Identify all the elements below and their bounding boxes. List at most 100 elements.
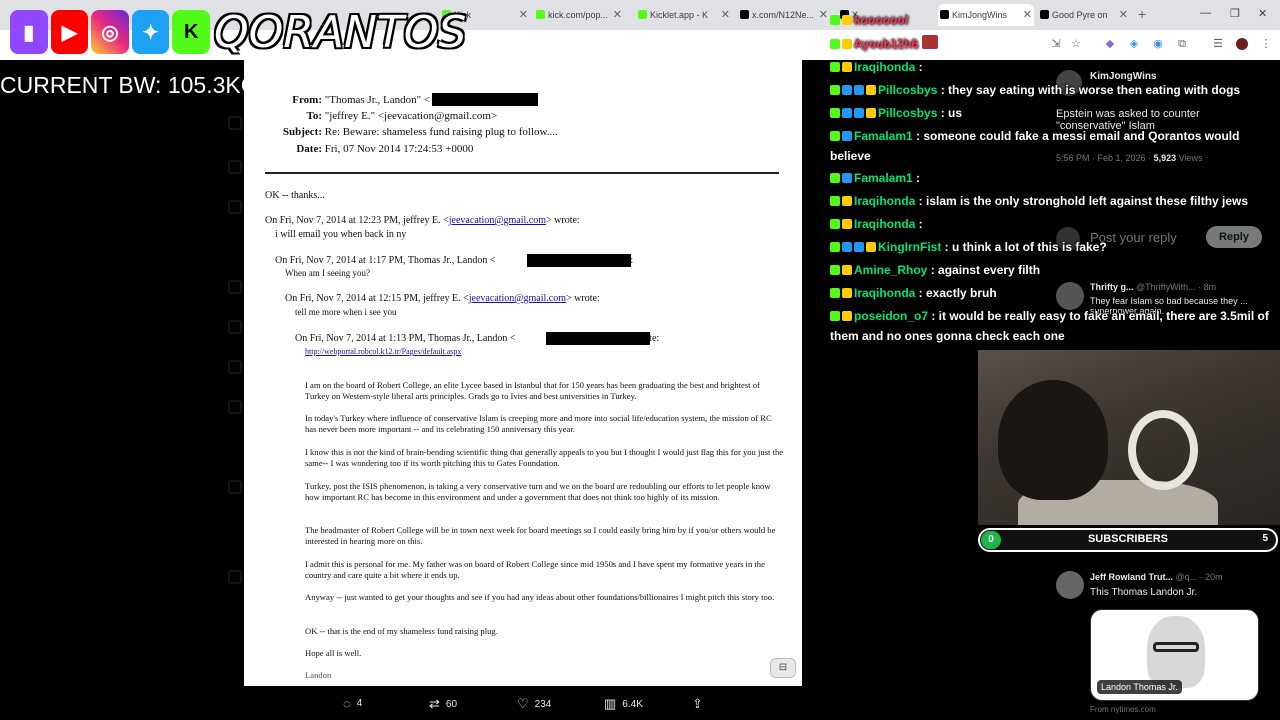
chat-message: Amine_Rhoy : against every filth [830,260,1040,280]
repost-button[interactable]: ⇄ 60 [429,696,457,712]
badge-icon [830,131,840,141]
reply-author: Jeff Rowland Trut... [1090,572,1174,582]
extension-icon[interactable]: ◆ [1104,38,1116,50]
email-paragraph: The headmaster of Robert College will be… [305,525,776,546]
subscriber-goal-bar: 0 SUBSCRIBERS 5 [978,528,1278,552]
banana-icon [842,311,852,321]
reply-handle: @ThriftyWith... · 8m [1136,282,1217,292]
extension-icon[interactable]: ◈ [1128,38,1140,50]
chat-message: poseidon_o7 : it would be really easy to… [830,309,1269,343]
email-paragraph: OK -- that is the end of my shameless fu… [305,626,498,636]
x-icon [940,10,949,19]
profile-avatar[interactable] [1236,38,1248,50]
instagram-icon: ◎ [91,10,129,54]
email-link[interactable]: jeevacation@gmail.com [469,293,566,304]
post-button[interactable] [228,570,242,584]
bookmarks-icon[interactable] [228,400,242,414]
tweet-actions-bar: ◌ 4 ⇄ 60 ♡ 234 ▥ 6.4K ⇪ [244,690,802,718]
share-button[interactable]: ⇪ [692,696,703,712]
reply-button[interactable]: ◌ 4 [343,696,362,711]
new-tab-button[interactable]: + [1138,6,1146,22]
window-close-button[interactable]: ✕ [1258,7,1267,20]
badge-icon [830,39,840,49]
webcam-feed [978,350,1280,525]
chat-message: Iraqihonda : [830,57,923,77]
grok-icon[interactable] [228,320,242,334]
close-icon[interactable]: ✕ [519,8,528,21]
heart-icon: ♡ [517,696,529,711]
close-icon[interactable]: ✕ [1119,8,1128,21]
minimize-button[interactable]: — [1200,7,1211,19]
profile-icon[interactable] [228,480,242,494]
bookmark-star-icon[interactable]: ☆ [1070,38,1082,50]
email-paragraph: I know this is not the kind of brain-ben… [305,447,784,468]
sub-badge-icon [854,85,864,95]
redaction-bar [546,332,650,345]
bodyweight-label: CURRENT BW: 105.3KG [0,72,259,98]
browser-tab-active[interactable]: KimJongWins ✕ [938,4,1034,26]
install-icon[interactable]: ⇲ [1050,38,1062,50]
extensions-puzzle-icon[interactable]: ⧉ [1176,38,1188,50]
menu-kebab-icon[interactable]: ⋮ [1260,38,1272,50]
kick-icon [536,10,545,19]
chat-message: Iraqihonda : [830,214,923,234]
banana-icon [842,15,852,25]
close-icon[interactable]: ✕ [721,8,730,21]
like-button[interactable]: ♡ 234 [517,696,551,712]
browser-tab[interactable]: Kicklet.app - K ✕ [636,4,732,26]
email-document-image[interactable]: From: "Thomas Jr., Landon" < To: "jeffre… [244,60,802,686]
banana-icon [842,196,852,206]
close-icon[interactable]: ✕ [613,8,622,21]
browser-tab[interactable]: Good Pyre on ✕ [1038,4,1130,26]
explore-icon[interactable] [228,160,242,174]
chat-message: Ayoub12h6 [830,34,940,54]
headset-icon [1128,410,1198,490]
sub-badge-icon [842,242,852,252]
lists-icon[interactable] [228,360,242,374]
extension-icon[interactable]: ◉ [1152,38,1164,50]
avatar[interactable] [1056,571,1084,599]
sub-badge-icon [842,85,852,95]
banana-icon [842,39,852,49]
chat-message: Iraqihonda : exactly bruh [830,283,997,303]
home-icon[interactable] [228,116,242,130]
reply-icon: ◌ [343,696,351,711]
badge-icon [830,219,840,229]
email-line: OK -- thanks... [265,190,325,201]
views-button[interactable]: ▥ 6.4K [604,696,643,712]
browser-tab[interactable]: kick.com/pop... ✕ [534,4,624,26]
badge-icon [830,196,840,206]
subscriber-goal: 5 [1262,533,1268,544]
banana-icon [842,265,852,275]
badge-icon [830,288,840,298]
divider [265,172,779,174]
reading-list-icon[interactable]: ☰ [1212,38,1224,50]
repost-icon: ⇄ [429,696,440,711]
crown-icon [866,85,876,95]
badge-icon [830,108,840,118]
close-icon[interactable]: ✕ [1023,8,1032,21]
email-paragraph: I am on the board of Robert College, an … [305,380,760,401]
messages-icon[interactable] [228,280,242,294]
close-icon[interactable]: ✕ [819,8,828,21]
twitch-icon: ▮ [10,10,48,54]
chat-top-user: kooooool [830,10,908,30]
x-icon [740,10,749,19]
notifications-icon[interactable] [228,200,242,214]
sub-badge-icon [854,242,864,252]
email-link[interactable]: jeevacation@gmail.com [449,215,546,226]
redaction-bar [527,254,631,267]
image-tool-button[interactable]: ⊟ [770,658,796,678]
link-preview-card[interactable]: Landon Thomas Jr. [1090,609,1259,701]
webportal-link: http://webportal.robcol.k12.tr/Pages/def… [305,347,462,356]
reply-text: This Thomas Landon Jr. [1090,587,1198,598]
sub-badge-icon [842,173,852,183]
reply-button[interactable]: Reply [1206,226,1262,248]
browser-tab[interactable]: x.com/N12Ne... ✕ [738,4,830,26]
crown-icon [866,108,876,118]
maximize-button[interactable]: ❐ [1230,7,1240,20]
reply-author: Thrifty g... [1090,282,1134,292]
views-icon: ▥ [604,696,617,711]
badge-icon [830,311,840,321]
twitter-icon: ✦ [131,10,170,54]
